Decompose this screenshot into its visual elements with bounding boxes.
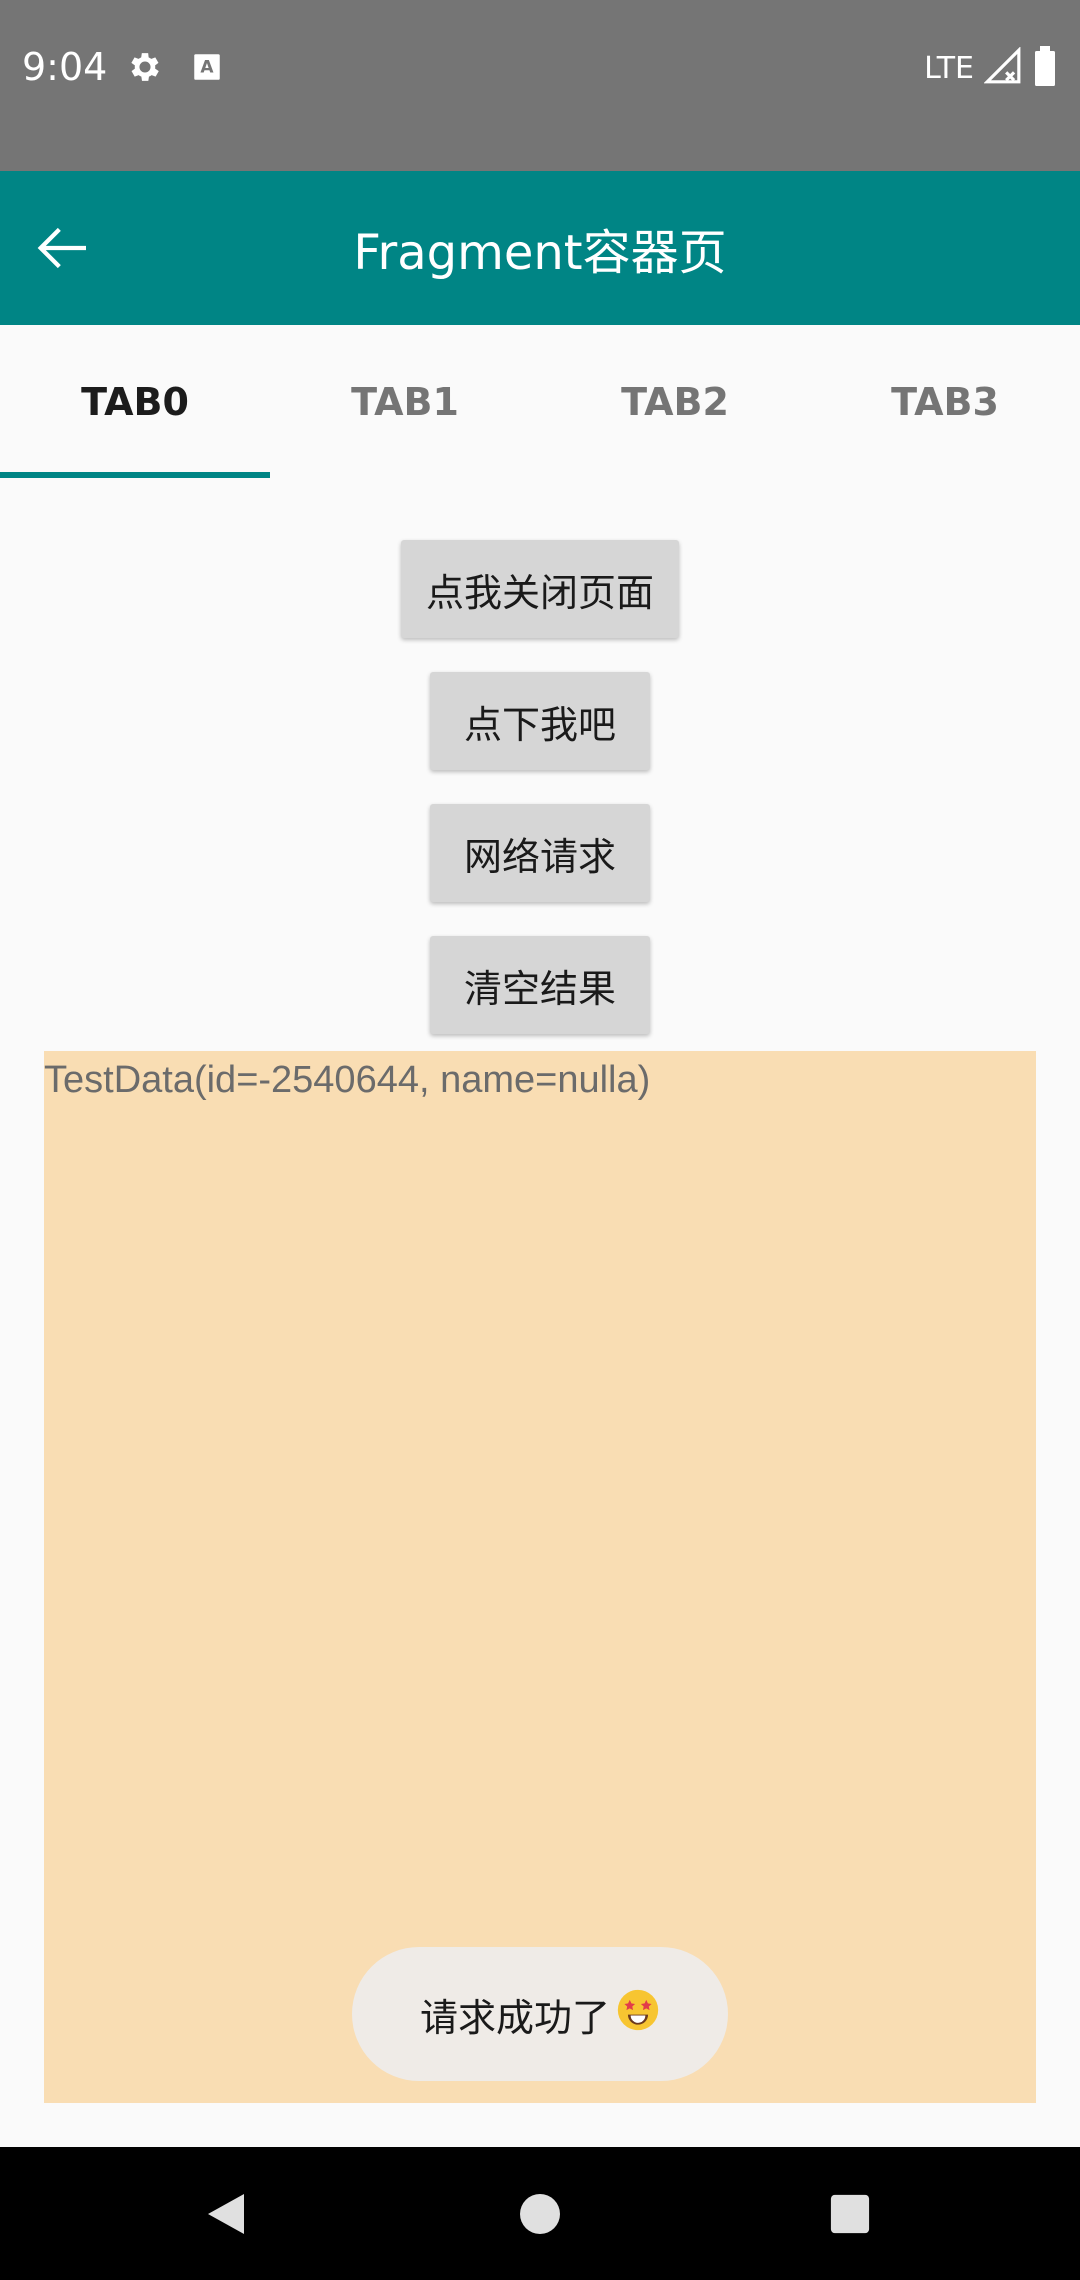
click-me-button[interactable]: 点下我吧	[430, 672, 650, 770]
home-circle-icon[interactable]	[470, 2147, 610, 2280]
keyboard-a-icon: A	[190, 48, 224, 86]
toast-text: 请求成功了	[419, 1995, 610, 2040]
toast-message: 请求成功了	[352, 1947, 728, 2081]
star-struck-emoji-icon	[616, 1988, 660, 2041]
tab-1[interactable]: TAB1	[270, 325, 540, 478]
back-triangle-icon[interactable]	[156, 2147, 296, 2280]
tab-3[interactable]: TAB3	[810, 325, 1080, 478]
recents-square-icon[interactable]	[780, 2147, 920, 2280]
clear-result-button[interactable]: 清空结果	[430, 936, 650, 1034]
settings-gear-icon	[126, 48, 164, 86]
tab-bar: TAB0 TAB1 TAB2 TAB3	[0, 325, 1080, 478]
network-request-button[interactable]: 网络请求	[430, 804, 650, 902]
app-toolbar: Fragment容器页	[0, 171, 1080, 325]
tab-0[interactable]: TAB0	[0, 325, 270, 478]
battery-icon	[1032, 46, 1058, 90]
network-type: LTE	[924, 50, 974, 86]
svg-text:A: A	[200, 58, 214, 78]
status-time: 9:04	[22, 45, 108, 89]
tab-2[interactable]: TAB2	[540, 325, 810, 478]
page-title: Fragment容器页	[353, 225, 727, 281]
close-page-button[interactable]: 点我关闭页面	[401, 540, 679, 638]
signal-icon	[983, 46, 1022, 89]
system-nav-bar	[0, 2147, 1080, 2280]
result-panel: TestData(id=-2540644, name=nulla)	[44, 1051, 1036, 2103]
result-text: TestData(id=-2540644, name=nulla)	[44, 1059, 651, 1101]
status-bar: 9:04 A LTE	[0, 0, 1080, 171]
